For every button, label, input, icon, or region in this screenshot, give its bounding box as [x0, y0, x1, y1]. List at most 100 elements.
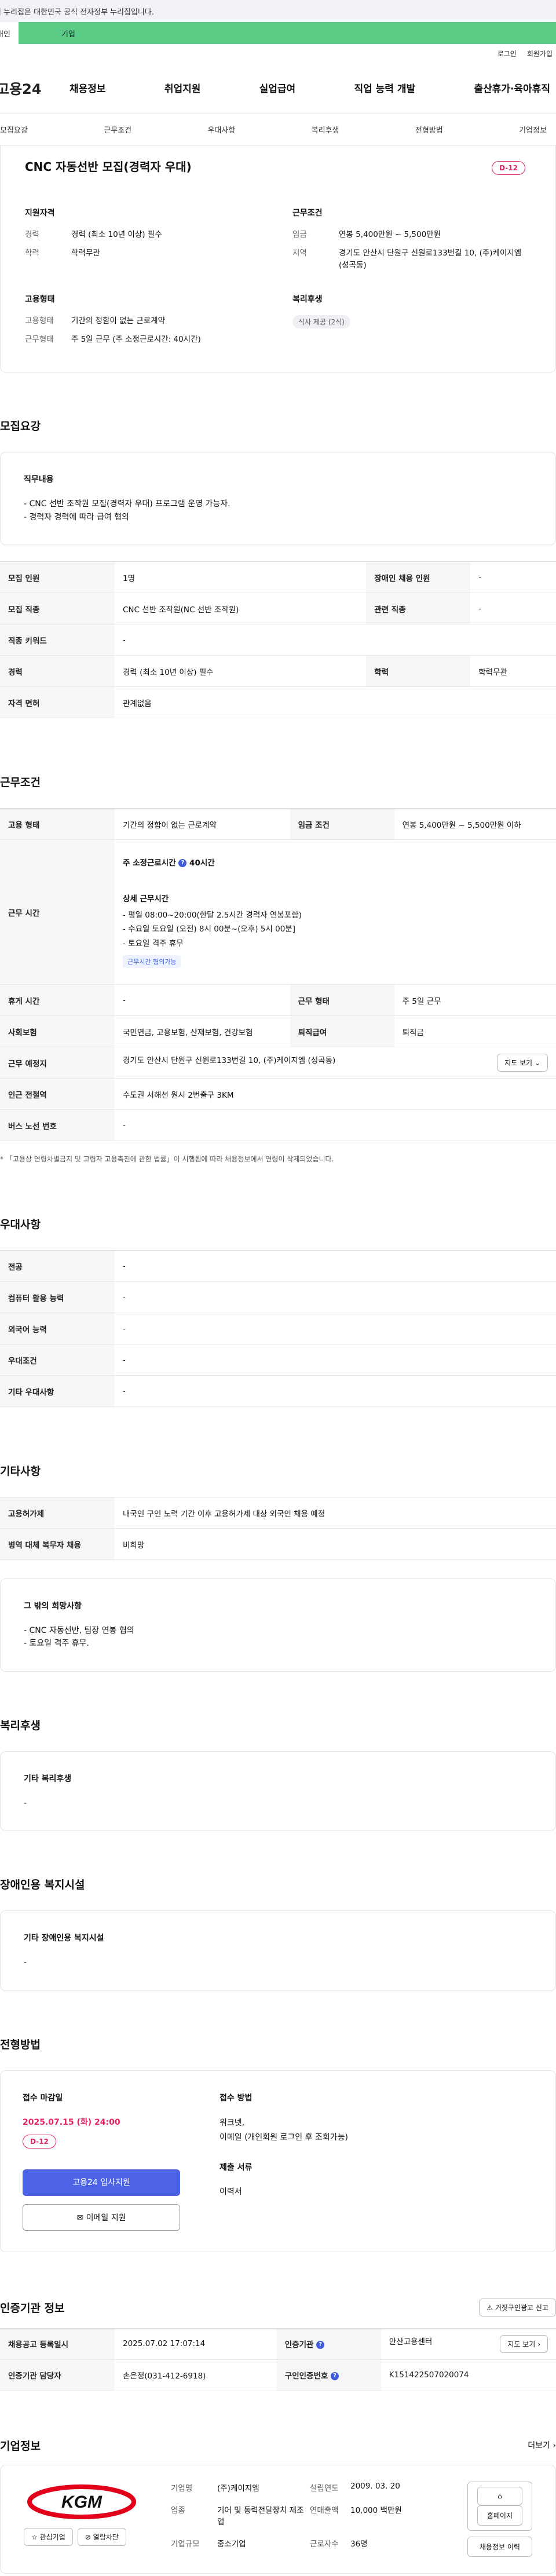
table-cell: K151422507020074 [381, 2359, 556, 2391]
cert-map-button[interactable]: 지도 보기 › [500, 2334, 548, 2353]
individual-tab[interactable]: 개인 [0, 22, 19, 44]
table-header-cell: 관련 직종 [366, 593, 471, 625]
tab-preferences[interactable]: 우대사항 [207, 124, 235, 135]
work-hours-cell: 주 소정근로시간 ? 40시간 상세 근무시간 - 평일 08:00~20:00… [115, 839, 556, 985]
welfare-value: - [24, 1798, 27, 1808]
table-cell: 국민연금, 고용보험, 산재보험, 건강보험 [115, 1015, 290, 1048]
industry-label: 업종 [171, 2505, 185, 2515]
table-cell: 손은정(031-412-6918) [115, 2359, 277, 2391]
business-tab[interactable]: 기업 [19, 22, 556, 44]
scale-label: 기업규모 [171, 2539, 200, 2549]
report-button[interactable]: ⚠ 거짓구인광고 신고 [479, 2298, 556, 2316]
table-header-cell: 우대조건 [0, 1344, 115, 1376]
conditions-heading: 근무조건 [0, 776, 41, 790]
help-icon[interactable]: ? [178, 859, 187, 868]
table-cell: - [115, 1313, 556, 1345]
table-row: 고용허가제 내국인 구인 노력 기간 이후 고용허가제 대상 외국인 채용 예정 [0, 1497, 556, 1529]
tab-recruit[interactable]: 모집요강 [0, 124, 28, 135]
hours-line: - 토요일 격주 휴무 [123, 938, 184, 948]
table-header-cell: 근무 형태 [290, 984, 394, 1017]
map-button[interactable]: 지도 보기 ⌄ [497, 1054, 548, 1072]
alert-icon: ⚠ [487, 2303, 493, 2312]
weekly-hours: 주 소정근로시간 ? 40시간 [123, 856, 548, 868]
company-info-grid: 기업명 (주)케이지엠 설립연도 2009. 03. 20 업종 기어 및 동력전달장… [171, 2482, 448, 2549]
company-link-buttons: ⌂ 홈페이지 채용정보 이력 [467, 2481, 532, 2557]
star-icon: ☆ [31, 2533, 38, 2541]
welfare-block: 복리후생 식사 제공 (2식) [292, 293, 525, 353]
method-title: 접수 방법 [220, 2093, 253, 2103]
tab-company[interactable]: 기업정보 [519, 124, 547, 135]
cert-org-label: 인증기관 [284, 2340, 314, 2350]
chevron-right-icon: › [553, 2441, 556, 2451]
age-note: * 「고용상 연령차별금지 및 고령자 고용촉진에 관한 법률」이 시행됨에 따… [0, 1155, 334, 1164]
tab-welfare[interactable]: 복리후생 [312, 124, 339, 135]
block-icon: ⊘ [85, 2533, 91, 2541]
education-label: 학력 [25, 249, 39, 258]
company-more-link[interactable]: 더보기 › [528, 2439, 556, 2451]
table-header-cell: 고용허가제 [0, 1497, 115, 1529]
table-cell: 경력 (최소 10년 이상) 필수 [115, 655, 367, 688]
login-link[interactable]: 로그인 [498, 49, 517, 59]
sales-label: 연매출액 [310, 2505, 339, 2515]
signup-link[interactable]: 회원가입 [527, 49, 553, 59]
hours-line: - 평일 08:00~20:00(한달 2.5시간 경력자 연봉포함) [123, 911, 302, 920]
table-row: 전공 - [0, 1250, 556, 1282]
homepage-label: 홈페이지 [477, 2505, 522, 2526]
help-icon[interactable]: ? [316, 2341, 325, 2350]
gnb-menu-unemployment[interactable]: 실업급여 [259, 81, 296, 95]
wage-value: 연봉 5,400만원 ~ 5,500만원 [339, 230, 441, 239]
company-logo-svg: KGM [27, 2484, 136, 2519]
career-label: 경력 [25, 230, 39, 239]
table-header-cell: 근무 예정지 [0, 1047, 115, 1079]
gnb-menu-jobs[interactable]: 채용정보 [70, 81, 106, 95]
conditions-section: 근무조건 고용 형태 기간의 정함이 없는 근로계약 임금 조건 연봉 5,400만원… [0, 718, 556, 1164]
cert-table: 채용공고 등록일시 2025.07.02 17:07:14 인증기관 ? 안산고용센터… [0, 2327, 556, 2391]
tab-conditions[interactable]: 근무조건 [104, 124, 131, 135]
work-form-row: 근무형태 주 5일 근무 (주 소정근로시간: 40시간) [25, 334, 258, 345]
table-cell: 안산고용센터 지도 보기 › [381, 2328, 556, 2360]
job-history-button[interactable]: 채용정보 이력 [467, 2536, 532, 2557]
tab-selection[interactable]: 전형방법 [415, 124, 443, 135]
table-header-cell: 고용 형태 [0, 808, 115, 841]
business-tab-label: 기업 [61, 30, 75, 39]
table-row: 인근 전철역 수도권 서해선 원시 2번출구 3KM [0, 1078, 556, 1110]
homepage-button[interactable]: ⌂ 홈페이지 [467, 2481, 532, 2531]
cert-section: 인증기관 정보 ⚠ 거짓구인광고 신고 채용공고 등록일시 2025.07.02 … [0, 2252, 556, 2391]
table-header-cell: 버스 노선 번호 [0, 1109, 115, 1142]
recruit-heading: 모집요강 [0, 420, 41, 433]
gnb-menu-leave[interactable]: 출산휴가·육아휴직 [474, 81, 550, 95]
table-row: 기타 우대사항 - [0, 1375, 556, 1408]
table-header-cell: 사회보험 [0, 1015, 115, 1048]
gnb-menu-support[interactable]: 취업지원 [164, 81, 201, 95]
help-icon[interactable]: ? [331, 2372, 339, 2381]
table-cell: 수도권 서해선 원시 2번출구 3KM [115, 1078, 556, 1110]
block-label: 열람차단 [93, 2533, 119, 2541]
email-apply-label: 이메일 지원 [86, 2213, 126, 2223]
block-button[interactable]: ⊘ 열람차단 [77, 2527, 126, 2546]
company-card: KGM ☆ 관심기업 ⊘ 열람차단 기업명 (주)케이지엠 설립연도 2009. 0… [0, 2464, 556, 2574]
duty-line: - CNC 선반 조작원 모집(경력자 우대) 프로그램 운영 가능자. [24, 499, 231, 509]
table-row: 외국어 능력 - [0, 1313, 556, 1345]
gnb-menu-training[interactable]: 직업 능력 개발 [354, 81, 415, 95]
duty-card: 직무내용 - CNC 선반 조작원 모집(경력자 우대) 프로그램 운영 가능자… [0, 452, 556, 546]
wage-label: 임금 [292, 230, 307, 239]
welfare-card: 기타 복리후생 - [0, 1751, 556, 1832]
gov-banner-text: 이 누리집은 대한민국 공식 전자정부 누리집입니다. [0, 8, 154, 17]
table-cell: 주 5일 근무 [394, 984, 556, 1017]
table-cell: - [470, 561, 556, 594]
preferences-table: 전공 - 컴퓨터 활용 능력 - 외국어 능력 - 우대조건 - 기타 우대사항 - [0, 1250, 556, 1408]
favorite-button[interactable]: ☆ 관심기업 [24, 2527, 73, 2546]
sales-value: 10,000 백만원 [350, 2505, 402, 2515]
individual-tab-label: 개인 [0, 30, 10, 39]
apply-button[interactable]: 고용24 입사지원 [23, 2169, 180, 2196]
welfare-section: 복리후생 기타 복리후생 - [0, 1688, 556, 1832]
table-cell: 비희망 [115, 1528, 556, 1561]
hours-negotiable-badge: 근무시간 협의가능 [123, 955, 181, 968]
scale-value: 중소기업 [217, 2539, 246, 2549]
email-apply-button[interactable]: ✉ 이메일 지원 [23, 2204, 180, 2231]
table-cell: 2025.07.02 17:07:14 [115, 2328, 277, 2360]
site-logo[interactable]: 고용24 [0, 78, 70, 98]
founded-label: 설립연도 [310, 2483, 339, 2493]
gov-banner: 이 누리집은 대한민국 공식 전자정부 누리집입니다. [0, 0, 556, 22]
table-header-cell: 인증기관 ? [276, 2328, 381, 2360]
